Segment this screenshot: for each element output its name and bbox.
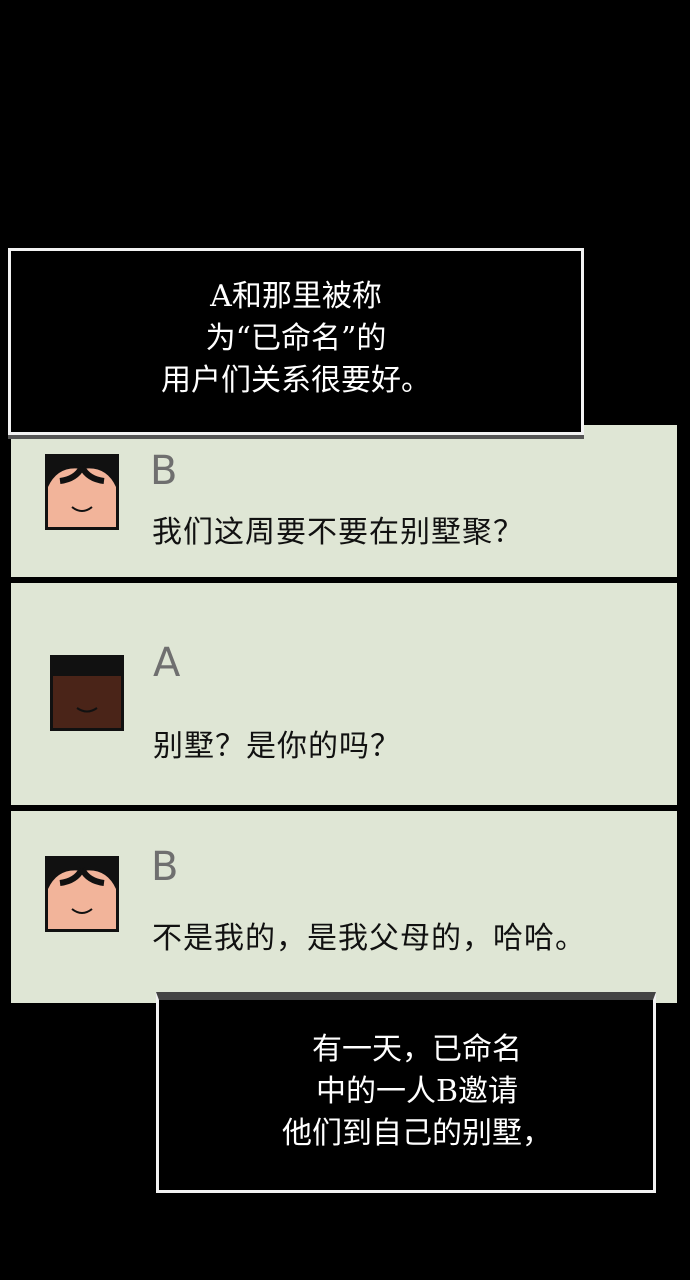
dark-skin-face-icon (50, 655, 124, 731)
caption-box-top: A和那里被称 为“已命名”的 用户们关系很要好。 (8, 248, 584, 435)
caption-line: A和那里被称 (210, 278, 382, 314)
message-text: 别墅？是你的吗？ (153, 729, 401, 764)
chat-message-panel: B 我们这周要不要在别墅聚？ (11, 425, 677, 577)
sender-name: B (151, 844, 179, 890)
light-skin-face-icon (45, 454, 119, 530)
caption-line: 中的一人B邀请 (315, 1074, 519, 1109)
caption-line: 有一天，已命名 (312, 1032, 522, 1067)
chat-message-panel: B 不是我的，是我父母的，哈哈。 (11, 811, 677, 1003)
caption-line: 为“已命名”的 (205, 320, 387, 356)
sender-name: B (150, 448, 178, 494)
sender-name: A (153, 640, 181, 686)
caption-line: 他们到自己的别墅， (282, 1116, 552, 1151)
message-text: 不是我的，是我父母的，哈哈。 (152, 921, 586, 956)
chat-message-panel: A 别墅？是你的吗？ (11, 583, 677, 805)
caption-box-bottom: 有一天，已命名 中的一人B邀请 他们到自己的别墅， (156, 992, 656, 1193)
light-skin-face-icon (45, 856, 119, 932)
caption-line: 用户们关系很要好。 (161, 362, 431, 398)
message-text: 我们这周要不要在别墅聚？ (152, 515, 524, 550)
